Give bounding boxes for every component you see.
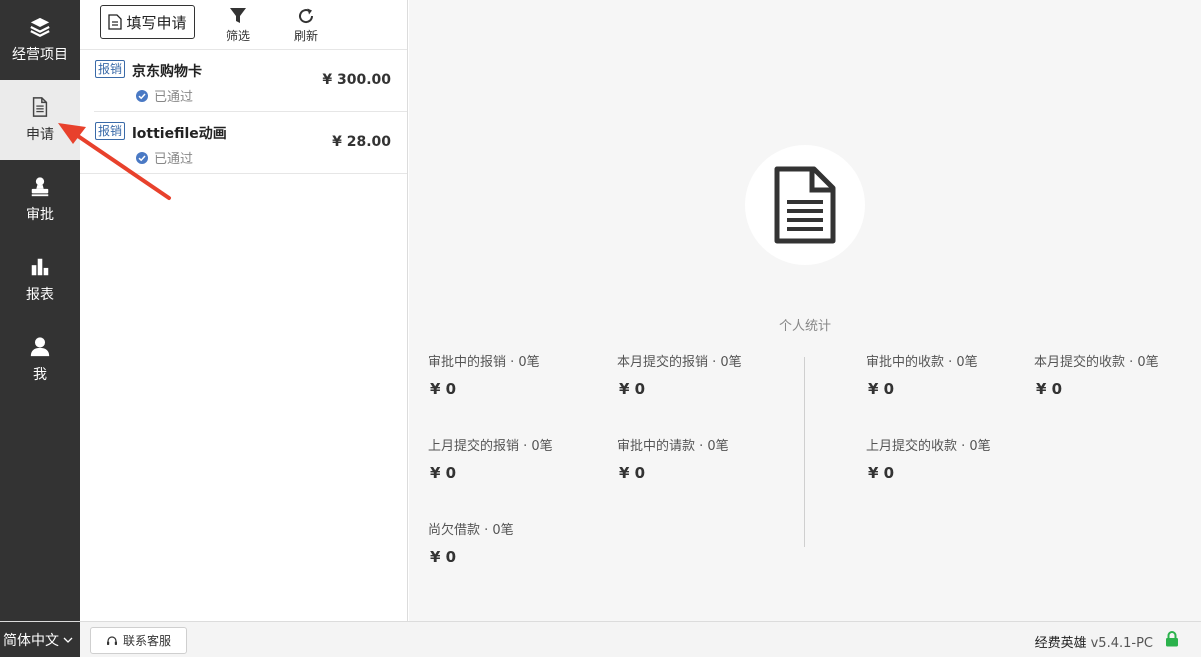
stat-label: 上月提交的报销 · 0笔 [428, 439, 553, 454]
status-bar: 简体中文 联系客服 经费英雄 v5.4.1-PC [0, 621, 1201, 657]
item-title: lottiefile动画 [132, 126, 227, 142]
stat-reimburse-pending: 审批中的报销 · 0笔 ¥ 0 [428, 351, 540, 398]
chevron-down-icon [63, 637, 73, 643]
stats-divider [804, 357, 805, 547]
app-brand: 经费英雄 v5.4.1-PC [1035, 632, 1153, 651]
item-title: 京东购物卡 [132, 64, 202, 80]
filter-button[interactable]: 筛选 [226, 7, 250, 44]
contact-support-label: 联系客服 [122, 634, 171, 648]
stat-value: ¥ 0 [430, 380, 457, 398]
refresh-icon [299, 8, 314, 24]
filter-label: 筛选 [226, 29, 251, 43]
sidebar-item-label: 报表 [26, 287, 54, 303]
edit-document-icon [108, 14, 123, 30]
stat-reimburse-last-month: 上月提交的报销 · 0笔 ¥ 0 [428, 435, 553, 482]
stat-label: 本月提交的报销 · 0笔 [617, 355, 742, 370]
stat-outstanding-loan: 尚欠借款 · 0笔 ¥ 0 [428, 519, 514, 566]
list-toolbar: 填写申请 筛选 刷新 [80, 0, 407, 50]
stat-receipt-this-month: 本月提交的收款 · 0笔 ¥ 0 [1034, 351, 1159, 398]
stat-value: ¥ 0 [619, 380, 646, 398]
stat-label: 本月提交的收款 · 0笔 [1034, 355, 1159, 370]
stat-value: ¥ 0 [430, 548, 457, 566]
statistics-panel: 个人统计 审批中的报销 · 0笔 ¥ 0 本月提交的报销 · 0笔 ¥ 0 上月… [409, 0, 1201, 621]
stat-reimburse-this-month: 本月提交的报销 · 0笔 ¥ 0 [617, 351, 742, 398]
bar-chart-icon [31, 258, 49, 276]
user-icon [30, 337, 50, 357]
stat-value: ¥ 0 [868, 380, 895, 398]
refresh-label: 刷新 [294, 29, 319, 43]
stat-value: ¥ 0 [868, 464, 895, 482]
headset-icon [106, 635, 117, 645]
sidebar-item-projects[interactable]: 经营项目 [0, 0, 80, 80]
status-text: 已通过 [154, 152, 194, 167]
stat-receipt-pending: 审批中的收款 · 0笔 ¥ 0 [866, 351, 978, 398]
brand-name: 经费英雄 [1034, 636, 1087, 651]
sidebar-item-label: 审批 [26, 207, 54, 223]
stat-label: 审批中的请款 · 0笔 [617, 439, 729, 454]
check-circle-icon [136, 151, 148, 164]
status-text: 已通过 [154, 90, 194, 105]
list-item[interactable]: 报销 京东购物卡 已通过 ¥ 300.00 [94, 50, 407, 112]
contact-support-button[interactable]: 联系客服 [90, 627, 187, 654]
sidebar-item-label: 我 [33, 367, 47, 383]
application-list-panel: 填写申请 筛选 刷新 报销 京东购物卡 已通过 ¥ 300.00 报销 lott… [80, 0, 408, 621]
sidebar-item-me[interactable]: 我 [0, 320, 80, 400]
stat-label: 审批中的收款 · 0笔 [866, 355, 978, 370]
status-badge: 已通过 [136, 86, 193, 105]
stat-label: 审批中的报销 · 0笔 [428, 355, 540, 370]
stats-title: 个人统计 [778, 319, 831, 334]
sidebar: 经营项目 申请 审批 报表 我 [0, 0, 80, 621]
sidebar-item-reports[interactable]: 报表 [0, 240, 80, 320]
document-icon [774, 166, 836, 244]
stat-request-pending: 审批中的请款 · 0笔 ¥ 0 [617, 435, 729, 482]
type-tag: 报销 [95, 60, 126, 78]
stat-value: ¥ 0 [1036, 380, 1063, 398]
lock-icon [1166, 631, 1178, 647]
sidebar-item-apply[interactable]: 申请 [0, 80, 80, 160]
sidebar-item-approval[interactable]: 审批 [0, 160, 80, 240]
refresh-button[interactable]: 刷新 [294, 7, 318, 44]
item-amount: ¥ 28.00 [332, 134, 391, 150]
stat-receipt-last-month: 上月提交的收款 · 0笔 ¥ 0 [866, 435, 991, 482]
layers-icon [30, 17, 50, 37]
document-icon [32, 97, 48, 117]
language-label: 简体中文 [3, 633, 59, 649]
app-version: v5.4.1-PC [1090, 636, 1153, 651]
sidebar-item-label: 申请 [26, 127, 54, 143]
fill-application-button[interactable]: 填写申请 [100, 5, 195, 39]
item-amount: ¥ 300.00 [322, 72, 391, 88]
stat-value: ¥ 0 [430, 464, 457, 482]
status-badge: 已通过 [136, 148, 193, 167]
check-circle-icon [136, 89, 148, 102]
stat-label: 尚欠借款 · 0笔 [428, 523, 514, 538]
stamp-icon [31, 177, 49, 197]
filter-icon [230, 8, 246, 23]
sidebar-item-label: 经营项目 [12, 47, 68, 63]
document-placeholder [745, 145, 865, 265]
type-tag: 报销 [95, 122, 126, 140]
language-selector[interactable]: 简体中文 [0, 622, 80, 657]
fill-application-label: 填写申请 [126, 14, 187, 32]
list-item[interactable]: 报销 lottiefile动画 已通过 ¥ 28.00 [80, 112, 407, 174]
stat-value: ¥ 0 [619, 464, 646, 482]
stat-label: 上月提交的收款 · 0笔 [866, 439, 991, 454]
